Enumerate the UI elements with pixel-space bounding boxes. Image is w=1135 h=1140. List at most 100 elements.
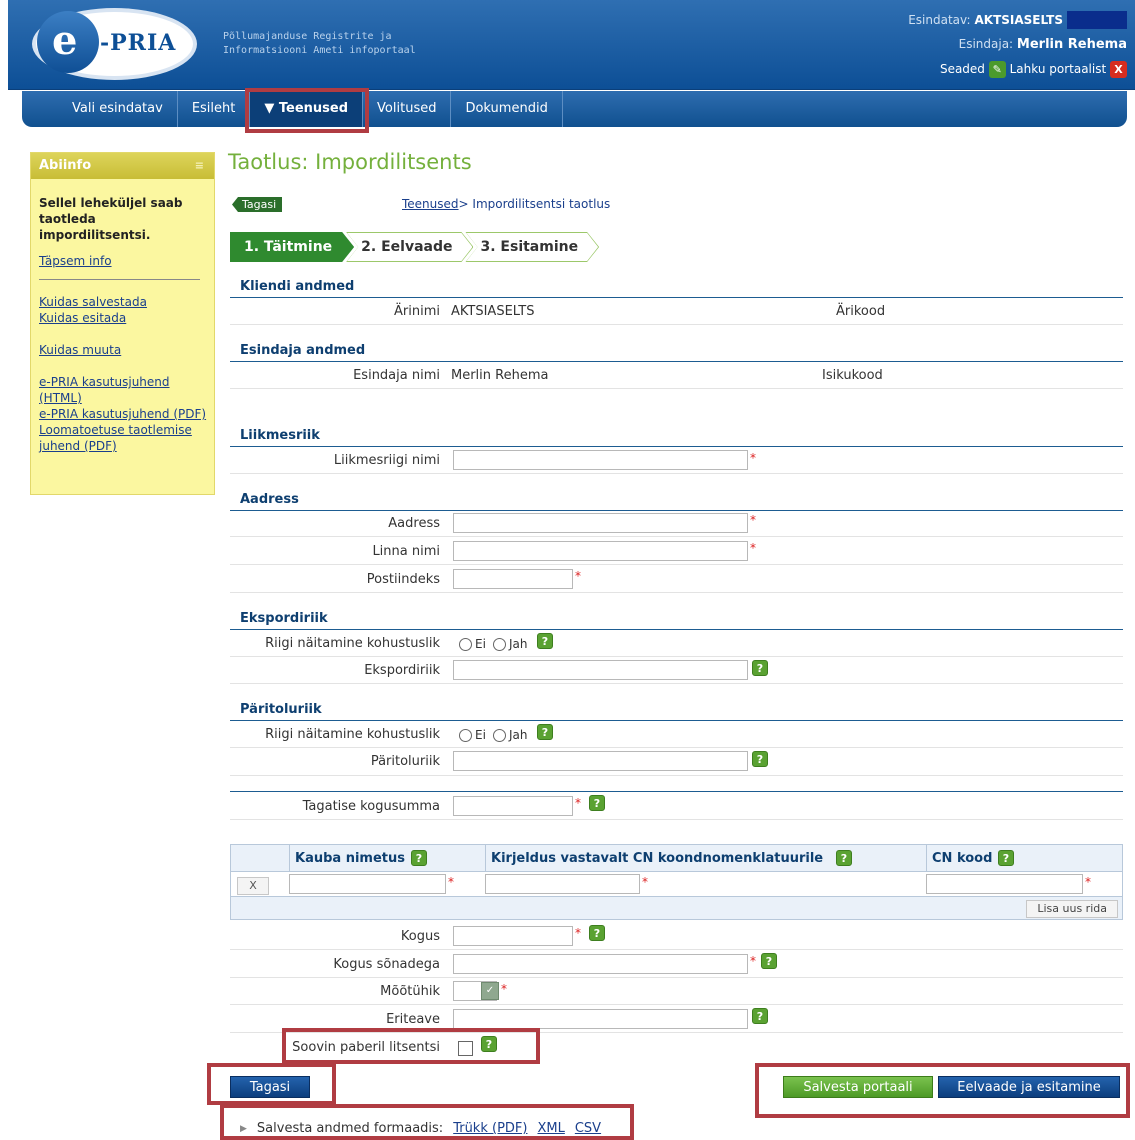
row-divider (230, 1004, 1123, 1005)
row-divider (230, 977, 1123, 978)
goods-name-input[interactable] (289, 874, 446, 894)
section-export-title: Ekspordiriik (240, 611, 328, 626)
postal-label: Postiindeks (366, 572, 440, 587)
logo-text: -PRIA (100, 30, 177, 56)
delete-row-button[interactable]: X (237, 877, 269, 895)
section-address-line (230, 510, 1123, 511)
highlight-action-buttons (755, 1063, 1130, 1118)
pria-logo[interactable]: e -PRIA (32, 8, 202, 80)
sidebar-link-change[interactable]: Kuidas muuta (31, 342, 214, 358)
sidebar-link-manual-html[interactable]: e-PRIA kasutusjuhend (HTML) (31, 374, 214, 406)
section-client-line (230, 297, 1123, 298)
portal-tagline: Põllumajanduse Registrite ja Informatsio… (223, 30, 416, 58)
section-member-state-line (230, 446, 1123, 447)
breadcrumb: Teenused> Impordilitsentsi taotlus (402, 197, 610, 211)
nav-item-volitused[interactable]: Volitused (363, 91, 452, 127)
represented-value[interactable]: AKTSIASELTS (975, 8, 1064, 32)
remarks-input[interactable] (453, 1009, 748, 1029)
representative-row: Esindaja: Merlin Rehema (908, 32, 1127, 57)
goods-description-input[interactable] (485, 874, 640, 894)
unit-label: Mõõtühik (380, 984, 440, 999)
step-preview-label: 2. Eelvaade (347, 233, 472, 261)
client-code-label: Ärikood (836, 304, 886, 319)
nav-item-dokumendid[interactable]: Dokumendid (451, 91, 563, 127)
representative-name-value: Merlin Rehema (451, 368, 549, 383)
sidebar-more-info-link[interactable]: Täpsem info (31, 253, 214, 269)
col-header-description: Kirjeldus vastavalt CN koondnomenklatuur… (491, 851, 823, 866)
sidebar-link-animal-support-guide[interactable]: Loomatoetuse taotlemise juhend (PDF) (31, 422, 214, 454)
required-marker: * (750, 513, 756, 527)
origin-radio-no[interactable] (459, 729, 472, 742)
user-info: Esindatav: AKTSIASELTS Esindaja: Merlin … (908, 8, 1127, 81)
section-export-line (230, 629, 1123, 630)
settings-icon[interactable]: ✎ (988, 61, 1006, 78)
col-header-cn-label: CN kood (932, 851, 993, 866)
step-fill[interactable]: 1. Täitmine (230, 232, 354, 262)
col-header-name-label: Kauba nimetus (295, 851, 405, 866)
step-preview[interactable]: 2. Eelvaade (346, 232, 473, 262)
row-divider (230, 592, 1123, 593)
breadcrumb-link-teenused[interactable]: Teenused (402, 197, 459, 211)
nav-item-vali-esindatav[interactable]: Vali esindatav (22, 91, 178, 127)
help-icon[interactable]: ? (752, 751, 768, 767)
cn-code-input[interactable] (926, 874, 1083, 894)
settings-link[interactable]: Seaded (940, 62, 985, 76)
section-origin-title: Päritoluriik (240, 702, 322, 717)
help-icon[interactable]: ? (836, 850, 852, 866)
help-icon[interactable]: ? (752, 1008, 768, 1024)
goods-table: Kauba nimetus ? Kirjeldus vastavalt CN k… (230, 844, 1123, 920)
quantity-input[interactable] (453, 926, 573, 946)
page-title: Taotlus: Impordilitsents (228, 150, 472, 174)
help-icon[interactable]: ? (537, 633, 553, 649)
row-divider (230, 564, 1123, 565)
export-country-input[interactable] (453, 660, 748, 680)
col-header-name: Kauba nimetus (295, 851, 405, 866)
highlight-back-button (207, 1063, 336, 1105)
origin-mandatory-label: Riigi näitamine kohustuslik (265, 727, 440, 742)
export-radio-yes[interactable] (493, 638, 506, 651)
chevron-down-icon[interactable]: ✓ (481, 982, 499, 1000)
export-radio-no[interactable] (459, 638, 472, 651)
address-label: Aadress (388, 516, 440, 531)
quantity-words-input[interactable] (453, 954, 748, 974)
sidebar-link-save[interactable]: Kuidas salvestada (31, 294, 214, 310)
back-button-small[interactable]: Tagasi (232, 197, 283, 212)
origin-radio-yes[interactable] (493, 729, 506, 742)
pin-icon[interactable]: ≡ (195, 153, 204, 179)
client-name-value: AKTSIASELTS (451, 304, 535, 319)
row-divider (230, 775, 1123, 776)
section-address-title: Aadress (240, 492, 299, 507)
step-submit[interactable]: 3. Esitamine (465, 232, 599, 262)
postal-input[interactable] (453, 569, 573, 589)
help-icon[interactable]: ? (589, 925, 605, 941)
row-divider (230, 949, 1123, 950)
client-name-label: Ärinimi (394, 304, 440, 319)
help-icon[interactable]: ? (589, 795, 605, 811)
col-header-cn: CN kood (932, 851, 992, 866)
close-icon[interactable]: X (1110, 61, 1127, 78)
member-state-input[interactable] (453, 450, 748, 470)
column-separator (289, 845, 290, 871)
guarantee-input[interactable] (453, 796, 573, 816)
origin-radio-yes-label: Jah (509, 728, 528, 742)
origin-country-input[interactable] (453, 751, 748, 771)
sidebar-link-submit[interactable]: Kuidas esitada (31, 310, 214, 326)
portal-header: e -PRIA Põllumajanduse Registrite ja Inf… (8, 0, 1135, 90)
help-icon[interactable]: ? (998, 850, 1014, 866)
help-icon[interactable]: ? (537, 724, 553, 740)
export-radio-yes-label: Jah (509, 637, 528, 651)
section-representative-line (230, 361, 1123, 362)
representative-value: Merlin Rehema (1016, 37, 1127, 52)
help-icon[interactable]: ? (752, 660, 768, 676)
row-divider (230, 324, 1123, 325)
help-icon[interactable]: ? (761, 953, 777, 969)
address-input[interactable] (453, 513, 748, 533)
represented-label: Esindatav: (908, 13, 971, 27)
nav-item-esileht[interactable]: Esileht (178, 91, 251, 127)
sidebar-intro: Sellel leheküljel saab taotleda impordil… (39, 196, 183, 242)
add-row-button[interactable]: Lisa uus rida (1026, 900, 1118, 918)
help-icon[interactable]: ? (411, 850, 427, 866)
sidebar-link-manual-pdf[interactable]: e-PRIA kasutusjuhend (PDF) (31, 406, 214, 422)
logout-link[interactable]: Lahku portaalist (1010, 62, 1107, 76)
city-input[interactable] (453, 541, 748, 561)
